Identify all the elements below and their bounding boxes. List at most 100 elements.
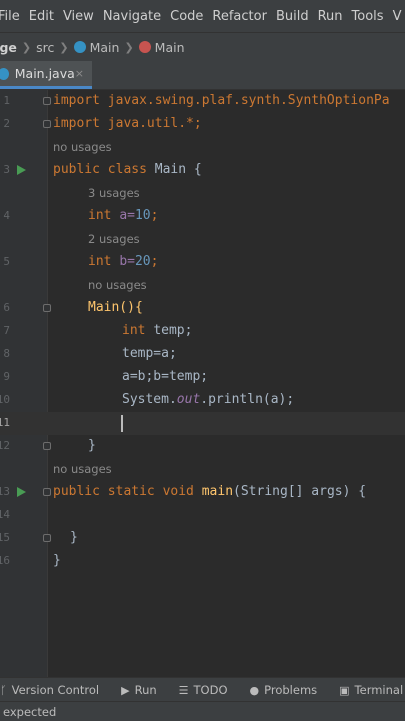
code-text: public static void main(String[] args) { xyxy=(53,484,367,499)
breadcrumb-project[interactable]: ege xyxy=(0,40,17,55)
code-text: int a=10; xyxy=(88,208,159,223)
code-line: 3 public class Main { xyxy=(0,159,405,182)
problems-button[interactable]: ● Problems xyxy=(250,683,318,697)
fold-icon[interactable] xyxy=(43,304,51,312)
version-control-button[interactable]: ᚴ Version Control xyxy=(0,683,99,697)
info-icon: ● xyxy=(249,683,260,697)
breadcrumb-symbol[interactable]: Main xyxy=(155,40,185,55)
line-number: 13 xyxy=(0,485,10,498)
line-number: 9 xyxy=(3,370,10,383)
line-number: 10 xyxy=(0,393,10,406)
terminal-icon: ▣ xyxy=(339,683,350,697)
fold-icon[interactable] xyxy=(43,534,51,542)
fold-icon[interactable] xyxy=(43,120,51,128)
usages-hint-text[interactable]: 3 usages xyxy=(88,186,140,200)
code-line: 15 } xyxy=(0,527,405,550)
code-text: import javax.swing.plaf.synth.SynthOptio… xyxy=(53,93,390,108)
code-text: } xyxy=(70,530,78,545)
code-line: 6 Main(){ xyxy=(0,297,405,320)
code-text: Main(){ xyxy=(88,300,143,315)
usages-hint-text[interactable]: 2 usages xyxy=(88,232,140,246)
usages-hint: no usages xyxy=(0,274,405,297)
code-line: 5 int b=20; xyxy=(0,251,405,274)
menu-navigate[interactable]: Navigate xyxy=(103,9,161,24)
java-class-icon xyxy=(0,67,9,80)
usages-hint: 3 usages xyxy=(0,182,405,205)
line-number: 11 xyxy=(0,416,10,429)
code-text: import java.util.*; xyxy=(53,116,202,131)
close-icon[interactable]: × xyxy=(75,67,84,80)
code-text: } xyxy=(88,438,96,453)
breadcrumb-file[interactable]: Main xyxy=(90,40,120,55)
list-icon: ☰ xyxy=(178,683,189,697)
todo-button[interactable]: ☰ TODO xyxy=(179,683,228,697)
current-line: 11 xyxy=(0,412,405,435)
code-line: 9 a=b;b=temp; xyxy=(0,366,405,389)
editor-tab-bar: Main.java × xyxy=(0,61,405,90)
fold-icon[interactable] xyxy=(43,97,51,105)
code-line: 12 } xyxy=(0,435,405,458)
menu-build[interactable]: Build xyxy=(276,9,309,24)
fold-icon[interactable] xyxy=(43,442,51,450)
menu-tools[interactable]: Tools xyxy=(352,9,384,24)
usages-hint: 2 usages xyxy=(0,228,405,251)
menu-run[interactable]: Run xyxy=(318,9,343,24)
usages-hint: no usages xyxy=(0,458,405,481)
code-line: 10 System.out.println(a); xyxy=(0,389,405,412)
status-text: expected xyxy=(3,704,57,719)
terminal-button[interactable]: ▣ Terminal xyxy=(339,683,403,697)
code-line: 14 xyxy=(0,504,405,527)
text-caret xyxy=(121,415,123,432)
breadcrumb: ege ❯ src ❯ Main ❯ Main xyxy=(0,32,405,61)
version-control-label: Version Control xyxy=(11,683,100,697)
menu-view[interactable]: View xyxy=(63,9,94,24)
tab-main-java[interactable]: Main.java × xyxy=(0,61,92,89)
run-icon[interactable] xyxy=(17,165,26,175)
code-line: 16 } xyxy=(0,550,405,573)
menu-file[interactable]: File xyxy=(0,9,20,24)
tool-window-bar: ᚴ Version Control ▶ Run ☰ TODO ● Problem… xyxy=(0,677,405,702)
line-number: 3 xyxy=(3,163,10,176)
breadcrumb-src[interactable]: src xyxy=(36,40,54,55)
tab-label: Main.java xyxy=(14,66,75,81)
java-class-icon xyxy=(73,41,86,53)
branch-icon: ᚴ xyxy=(0,683,7,697)
code-text: int temp; xyxy=(122,323,193,338)
code-line: 4 int a=10; xyxy=(0,205,405,228)
code-line: 8 temp=a; xyxy=(0,343,405,366)
code-line: 1 import javax.swing.plaf.synth.SynthOpt… xyxy=(0,90,405,113)
code-text: System.out.println(a); xyxy=(122,392,295,407)
menu-edit[interactable]: Edit xyxy=(29,9,54,24)
line-number: 8 xyxy=(3,347,10,360)
problems-label: Problems xyxy=(264,683,318,697)
menu-code[interactable]: Code xyxy=(170,9,203,24)
line-number: 4 xyxy=(3,209,10,222)
line-number: 14 xyxy=(0,508,10,521)
code-text: temp=a; xyxy=(122,346,177,361)
terminal-label: Terminal xyxy=(354,683,404,697)
line-number: 12 xyxy=(0,439,10,452)
line-number: 5 xyxy=(3,255,10,268)
menu-vcs[interactable]: V xyxy=(393,9,402,24)
usages-hint-text[interactable]: no usages xyxy=(88,278,147,292)
run-button[interactable]: ▶ Run xyxy=(121,683,157,697)
code-text: a=b;b=temp; xyxy=(122,369,209,384)
fold-icon[interactable] xyxy=(43,488,51,496)
line-number: 16 xyxy=(0,554,10,567)
todo-label: TODO xyxy=(193,683,228,697)
run-icon[interactable] xyxy=(17,487,26,497)
method-icon xyxy=(138,41,151,53)
chevron-right-icon: ❯ xyxy=(124,40,134,54)
run-label: Run xyxy=(134,683,157,697)
usages-hint-text[interactable]: no usages xyxy=(53,462,112,476)
line-number: 15 xyxy=(0,531,10,544)
line-number: 7 xyxy=(3,324,10,337)
line-number: 2 xyxy=(3,117,10,130)
code-editor[interactable]: 1 import javax.swing.plaf.synth.SynthOpt… xyxy=(0,90,405,677)
menu-refactor[interactable]: Refactor xyxy=(212,9,267,24)
chevron-right-icon: ❯ xyxy=(59,40,69,54)
usages-hint-text[interactable]: no usages xyxy=(53,140,112,154)
code-line: 13 public static void main(String[] args… xyxy=(0,481,405,504)
menu-bar: File Edit View Navigate Code Refactor Bu… xyxy=(0,0,405,32)
usages-hint: no usages xyxy=(0,136,405,159)
